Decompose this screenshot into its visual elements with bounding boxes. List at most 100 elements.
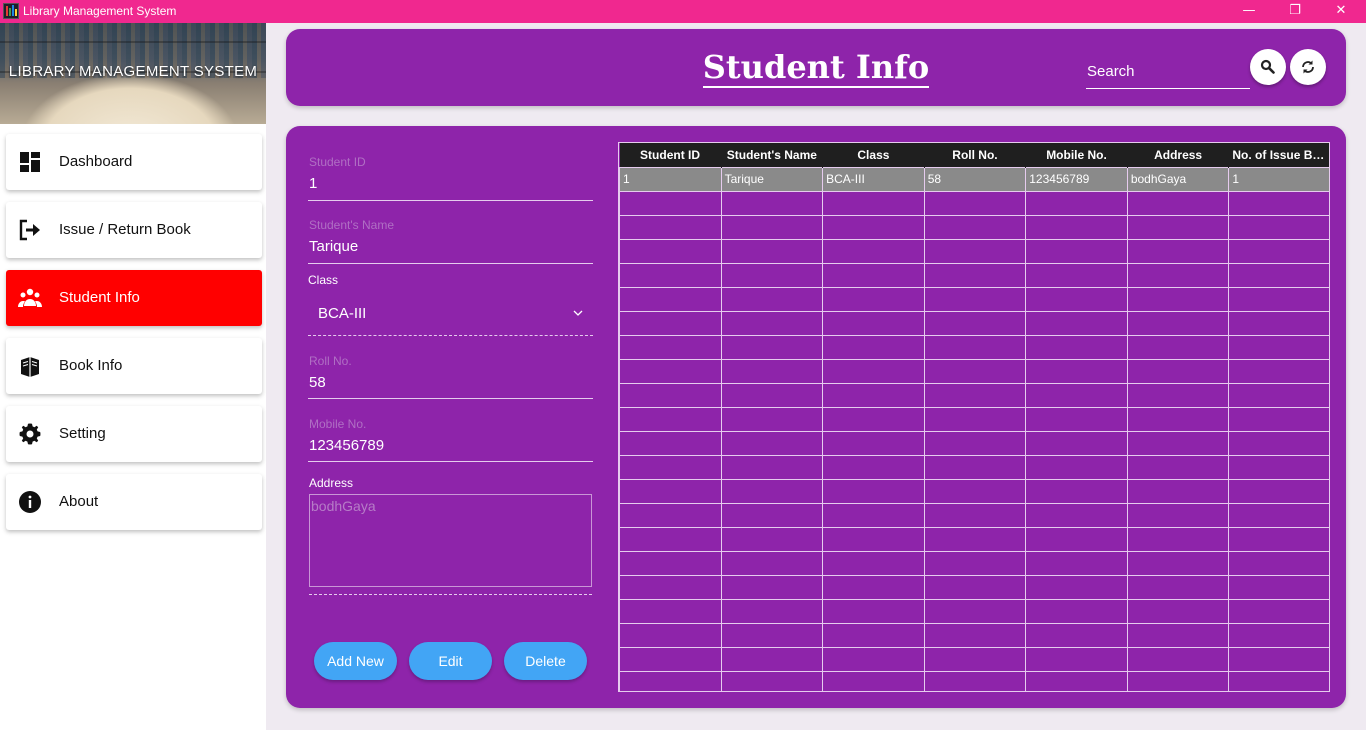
empty-table-cell <box>619 526 722 552</box>
empty-table-cell <box>720 670 824 691</box>
student-form-card: Student ID 1 Student's Name Tarique Clas… <box>286 126 1346 708</box>
refresh-button[interactable] <box>1290 49 1326 85</box>
empty-table-cell <box>619 454 722 480</box>
empty-table-cell <box>923 358 1027 384</box>
empty-table-cell <box>822 454 925 480</box>
empty-table-cell <box>720 334 824 360</box>
close-button[interactable]: ✕ <box>1318 0 1364 23</box>
window-title: Library Management System <box>23 4 177 18</box>
dashboard-icon <box>20 152 40 172</box>
table-cell: BCA-III <box>822 166 925 192</box>
add-new-button[interactable]: Add New <box>314 642 397 680</box>
empty-table-cell <box>822 646 925 672</box>
empty-table-cell <box>923 454 1027 480</box>
table-cell: Tarique <box>720 166 824 192</box>
open-book-image <box>20 73 240 124</box>
empty-table-cell <box>720 358 824 384</box>
books-icon <box>21 357 39 377</box>
column-header-address[interactable]: Address <box>1127 143 1230 167</box>
empty-table-cell <box>1126 334 1230 360</box>
empty-table-cell <box>1228 190 1329 216</box>
nav-setting[interactable]: Setting <box>6 406 262 462</box>
empty-table-cell <box>1025 430 1128 456</box>
empty-table-cell <box>1025 238 1128 264</box>
empty-table-row <box>619 430 1329 456</box>
nav-label: Issue / Return Book <box>59 221 191 238</box>
table-cell: 1 <box>1228 166 1329 192</box>
empty-table-cell <box>619 310 722 336</box>
empty-table-cell <box>822 598 925 624</box>
empty-table-cell <box>1126 430 1230 456</box>
empty-table-cell <box>619 262 722 288</box>
table-row[interactable]: 1 Tarique BCA-III 58 123456789 bodhGaya … <box>619 166 1329 192</box>
empty-table-cell <box>1228 406 1329 432</box>
empty-table-cell <box>923 670 1027 691</box>
table-cell: 1 <box>619 166 722 192</box>
empty-table-cell <box>822 238 925 264</box>
restore-button[interactable]: ❐ <box>1272 0 1318 23</box>
empty-table-cell <box>822 310 925 336</box>
column-header-student-id[interactable]: Student ID <box>619 143 722 167</box>
empty-table-cell <box>923 574 1027 600</box>
class-dropdown[interactable]: BCA-III <box>308 298 593 336</box>
nav-student-info[interactable]: Student Info <box>6 270 262 326</box>
column-header-student-name[interactable]: Student's Name <box>721 143 824 167</box>
empty-table-cell <box>720 574 824 600</box>
class-selected-value: BCA-III <box>318 305 367 322</box>
empty-table-cell <box>1126 406 1230 432</box>
empty-table-cell <box>822 622 925 648</box>
empty-table-cell <box>720 286 824 312</box>
empty-table-cell <box>1228 430 1329 456</box>
column-header-roll-no[interactable]: Roll No. <box>924 143 1027 167</box>
field-label: Student's Name <box>309 218 395 232</box>
empty-table-row <box>619 310 1329 336</box>
address-textarea[interactable]: bodhGaya <box>309 494 592 587</box>
empty-table-cell <box>923 238 1027 264</box>
nav-issue-return-book[interactable]: Issue / Return Book <box>6 202 262 258</box>
empty-table-cell <box>720 526 824 552</box>
empty-table-cell <box>1228 358 1329 384</box>
empty-table-cell <box>1126 670 1230 691</box>
column-header-issue-books[interactable]: No. of Issue Bo... <box>1228 143 1329 167</box>
empty-table-cell <box>1126 262 1230 288</box>
search-input[interactable] <box>1086 55 1250 89</box>
empty-table-cell <box>1126 622 1230 648</box>
nav-about[interactable]: About <box>6 474 262 530</box>
empty-table-cell <box>1228 526 1329 552</box>
empty-table-cell <box>1228 478 1329 504</box>
empty-table-cell <box>1228 310 1329 336</box>
students-table[interactable]: Student ID Student's Name Class Roll No.… <box>618 142 1330 692</box>
search-button[interactable] <box>1250 49 1286 85</box>
nav-book-info[interactable]: Book Info <box>6 338 262 394</box>
empty-table-cell <box>1228 262 1329 288</box>
empty-table-cell <box>1025 646 1128 672</box>
column-header-class[interactable]: Class <box>822 143 925 167</box>
delete-button[interactable]: Delete <box>504 642 587 680</box>
empty-table-cell <box>923 334 1027 360</box>
empty-table-cell <box>619 382 722 408</box>
empty-table-cell <box>923 310 1027 336</box>
info-icon <box>19 491 41 513</box>
banner-title: LIBRARY MANAGEMENT SYSTEM <box>8 63 258 80</box>
empty-table-cell <box>720 406 824 432</box>
table-cell: bodhGaya <box>1126 166 1230 192</box>
empty-table-cell <box>923 478 1027 504</box>
empty-table-cell <box>619 190 722 216</box>
empty-table-cell <box>1126 646 1230 672</box>
empty-table-row <box>619 502 1329 528</box>
edit-button[interactable]: Edit <box>409 642 492 680</box>
nav-label: Setting <box>59 425 106 442</box>
app-icon <box>3 3 19 19</box>
nav-dashboard[interactable]: Dashboard <box>6 134 262 190</box>
column-header-mobile-no[interactable]: Mobile No. <box>1025 143 1128 167</box>
address-value: bodhGaya <box>311 498 376 514</box>
empty-table-cell <box>1025 526 1128 552</box>
empty-table-cell <box>923 406 1027 432</box>
empty-table-cell <box>923 622 1027 648</box>
empty-table-cell <box>1025 286 1128 312</box>
minimize-button[interactable]: — <box>1226 0 1272 23</box>
empty-table-cell <box>822 190 925 216</box>
empty-table-cell <box>1228 334 1329 360</box>
field-label: Mobile No. <box>309 417 367 431</box>
empty-table-cell <box>1228 214 1329 240</box>
